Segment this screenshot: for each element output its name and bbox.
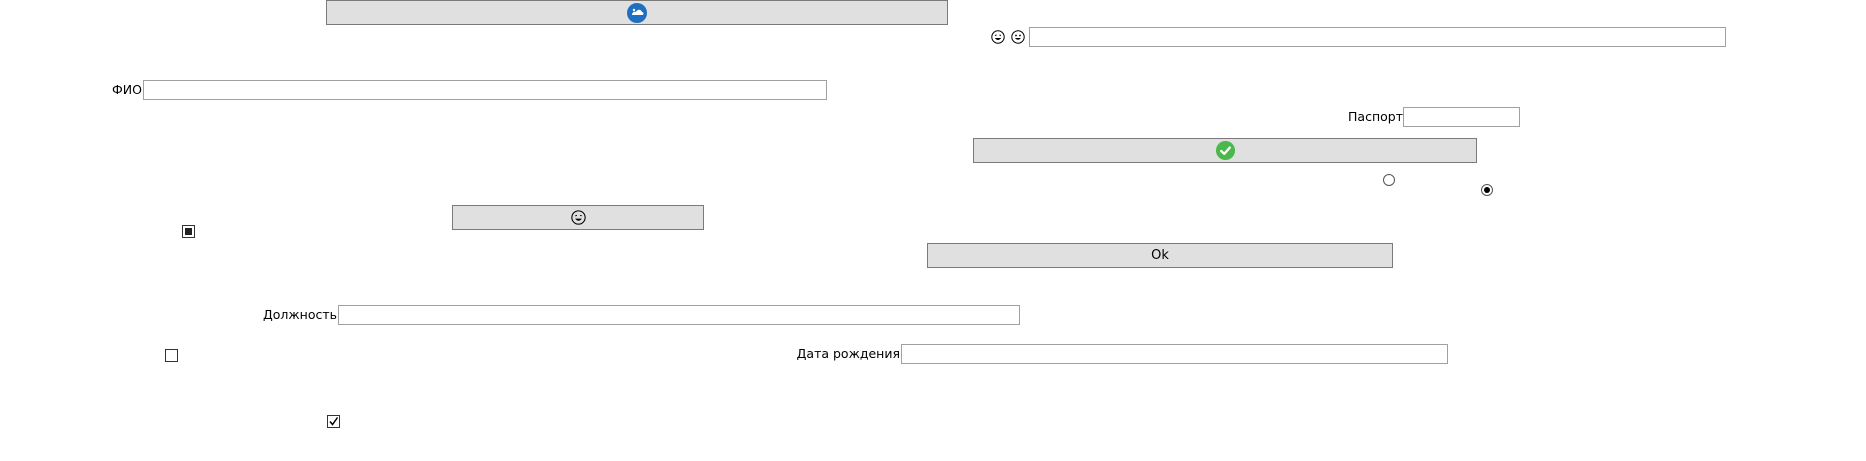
position-input[interactable] bbox=[338, 305, 1020, 325]
laughing-face-icon bbox=[991, 30, 1005, 44]
grinning-face-icon bbox=[570, 210, 586, 225]
confirm-check-button[interactable] bbox=[973, 138, 1477, 163]
fio-input[interactable] bbox=[143, 80, 827, 100]
passport-label: Паспорт bbox=[1348, 109, 1403, 124]
check-circle-icon bbox=[1215, 140, 1235, 161]
top-icon-button[interactable] bbox=[326, 0, 948, 25]
checkbox-indeterminate[interactable] bbox=[182, 225, 195, 238]
checkmark-icon bbox=[329, 417, 339, 426]
birth-date-label: Дата рождения bbox=[796, 346, 900, 361]
fio-label: ФИО bbox=[112, 82, 142, 97]
ok-button[interactable]: Ok bbox=[927, 243, 1393, 268]
radio-option-b[interactable] bbox=[1481, 184, 1493, 196]
passport-input[interactable] bbox=[1403, 107, 1520, 127]
position-label: Должность bbox=[262, 307, 337, 322]
smiling-face-icon bbox=[1011, 30, 1025, 44]
checkbox-checked[interactable] bbox=[327, 415, 340, 428]
checkbox-indeterminate-mark bbox=[185, 228, 192, 235]
checkbox-unchecked[interactable] bbox=[165, 349, 178, 362]
radio-selected-dot bbox=[1484, 187, 1490, 193]
cloud-badge-icon bbox=[627, 2, 647, 23]
birth-date-input[interactable] bbox=[901, 344, 1448, 364]
radio-option-a[interactable] bbox=[1383, 174, 1395, 186]
top-right-input[interactable] bbox=[1029, 27, 1726, 47]
emoji-button[interactable] bbox=[452, 205, 704, 230]
